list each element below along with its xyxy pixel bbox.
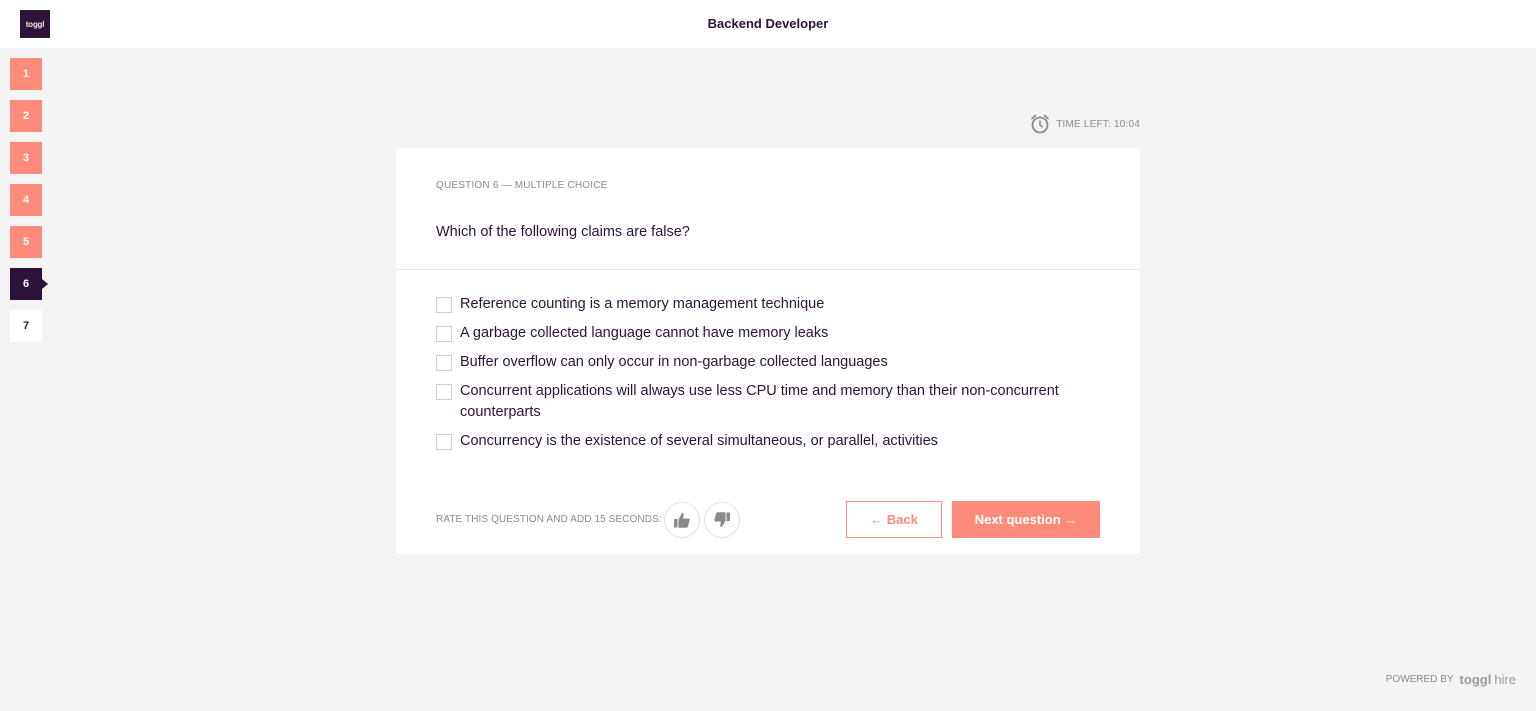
option-label[interactable]: A garbage collected language cannot have… [460, 323, 828, 344]
option-checkbox[interactable] [436, 355, 452, 371]
option-checkbox[interactable] [436, 434, 452, 450]
question-type: QUESTION 6 — MULTIPLE CHOICE [436, 180, 608, 191]
nav-question-7[interactable]: 7 [10, 310, 42, 342]
option-label[interactable]: Concurrent applications will always use … [460, 381, 1080, 423]
toggl-brand[interactable]: toggl [1460, 672, 1492, 687]
thumbs-down-button[interactable] [703, 501, 740, 538]
option-2[interactable]: A garbage collected language cannot have… [436, 325, 1100, 344]
option-3[interactable]: Buffer overflow can only occur in non-ga… [436, 354, 1100, 373]
hire-brand-suffix[interactable]: hire [1494, 672, 1516, 687]
top-header: toggl Backend Developer [0, 0, 1536, 48]
option-5[interactable]: Concurrency is the existence of several … [436, 433, 1100, 452]
page-title: Backend Developer [707, 16, 829, 31]
nav-question-2[interactable]: 2 [10, 100, 42, 132]
option-label[interactable]: Buffer overflow can only occur in non-ga… [460, 352, 888, 373]
nav-question-4[interactable]: 4 [10, 184, 42, 216]
question-footer: RATE THIS QUESTION AND ADD 15 SECONDS: ←… [436, 501, 1100, 538]
option-label[interactable]: Concurrency is the existence of several … [460, 431, 938, 452]
time-left: TIME LEFT: 10:04 [1029, 113, 1140, 135]
powered-by-label: POWERED BY [1385, 674, 1454, 685]
powered-by: POWERED BY toggl hire [1386, 672, 1516, 687]
time-left-label: TIME LEFT: 10:04 [1056, 118, 1140, 130]
question-text: Which of the following claims are false? [436, 224, 690, 240]
option-checkbox[interactable] [436, 384, 452, 400]
thumbs-down-icon [713, 511, 730, 527]
option-4[interactable]: Concurrent applications will always use … [436, 383, 1100, 423]
nav-question-3[interactable]: 3 [10, 142, 42, 174]
alarm-clock-icon [1031, 114, 1050, 134]
nav-question-6[interactable]: 6 [10, 268, 48, 300]
rate-question-label: RATE THIS QUESTION AND ADD 15 SECONDS: [436, 514, 662, 525]
nav-question-1[interactable]: 1 [10, 58, 42, 90]
next-question-button[interactable]: Next question → [952, 501, 1100, 538]
back-button[interactable]: ← Back [846, 501, 942, 538]
option-label[interactable]: Reference counting is a memory managemen… [460, 294, 824, 315]
answer-options: Reference counting is a memory managemen… [396, 270, 1140, 452]
option-1[interactable]: Reference counting is a memory managemen… [436, 296, 1100, 315]
thumbs-up-button[interactable] [663, 501, 700, 538]
nav-question-5[interactable]: 5 [10, 226, 42, 258]
option-checkbox[interactable] [436, 297, 452, 313]
option-checkbox[interactable] [436, 326, 452, 342]
question-nav: 1 2 3 4 5 6 7 [10, 58, 48, 352]
thumbs-up-icon [673, 512, 690, 528]
question-header: QUESTION 6 — MULTIPLE CHOICE Which of th… [396, 148, 1140, 270]
question-card: QUESTION 6 — MULTIPLE CHOICE Which of th… [396, 148, 1140, 554]
